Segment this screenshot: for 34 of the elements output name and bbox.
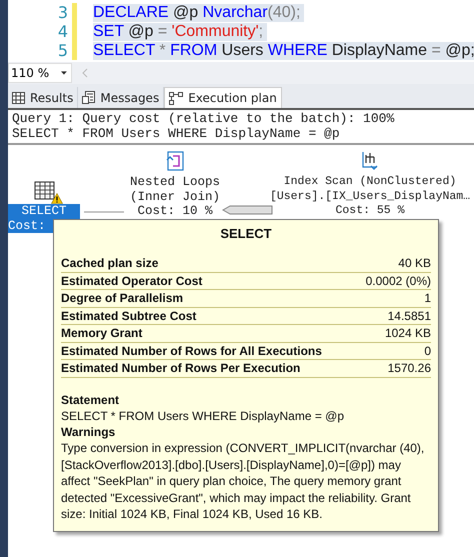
property-value: 1 bbox=[424, 291, 431, 306]
property-name: Cached plan size bbox=[61, 256, 158, 272]
operator-label: Nested Loops bbox=[130, 175, 220, 190]
property-value: 1024 KB bbox=[384, 326, 431, 342]
line-number: 5 bbox=[56, 41, 69, 60]
query-header: Query 1: Query cost (relative to the batch): 100% bbox=[12, 111, 396, 126]
property-value: 14.5851 bbox=[388, 308, 431, 324]
zoom-dropdown[interactable]: 110 % bbox=[8, 63, 72, 83]
property-name: Estimated Number of Rows Per Execution bbox=[61, 361, 300, 376]
property-name: Memory Grant bbox=[61, 326, 142, 342]
operator-label: [Users].[IX_Users_DisplayNam… bbox=[270, 190, 470, 204]
section-heading: Statement bbox=[61, 392, 120, 408]
line-number: 4 bbox=[56, 22, 69, 41]
section-text: SELECT * FROM Users WHERE DisplayName = @p bbox=[61, 408, 346, 424]
section-text: Type conversion in expression (CONVERT_IMPLICIT(nvarchar (40),[StackOverflow2013].[dbo].[Users].[DisplayName],0)=[@p]) may affect "SeekPlan" in query plan choice, The query memory grant detected "ExcessiveGrant", which may impact the reliability. Grant size: Initial 1024 KB, Final 1024 KB, Used 16 KB. bbox=[61, 440, 426, 522]
line-number: 3 bbox=[56, 3, 69, 22]
operator-label: Cost: bbox=[8, 218, 46, 233]
property-name: Estimated Number of Rows for All Executions bbox=[61, 344, 322, 359]
property-value: 0 bbox=[424, 344, 431, 359]
operator-label: (Inner Join) bbox=[130, 190, 220, 204]
operator-label: Index Scan (NonClustered) bbox=[284, 175, 456, 190]
property-value: 0.0002 (0%) bbox=[366, 274, 431, 289]
property-name: Estimated Operator Cost bbox=[61, 274, 202, 289]
property-value: 40 KB bbox=[398, 256, 431, 272]
results-tab[interactable]: Execution plan bbox=[164, 87, 282, 108]
operator-label: SELECT bbox=[21, 204, 66, 218]
query-header: SELECT * FROM Users WHERE DisplayName = @p bbox=[12, 126, 341, 141]
section-heading: Warnings bbox=[61, 424, 116, 440]
operator-label: Cost: 10 % bbox=[137, 204, 212, 218]
tooltip-title: SELECT bbox=[219, 226, 273, 241]
property-name: Estimated Subtree Cost bbox=[61, 308, 196, 324]
operator-label: Cost: 55 % bbox=[336, 204, 405, 218]
property-value: 1570.26 bbox=[388, 361, 431, 376]
property-name: Degree of Parallelism bbox=[61, 291, 184, 306]
